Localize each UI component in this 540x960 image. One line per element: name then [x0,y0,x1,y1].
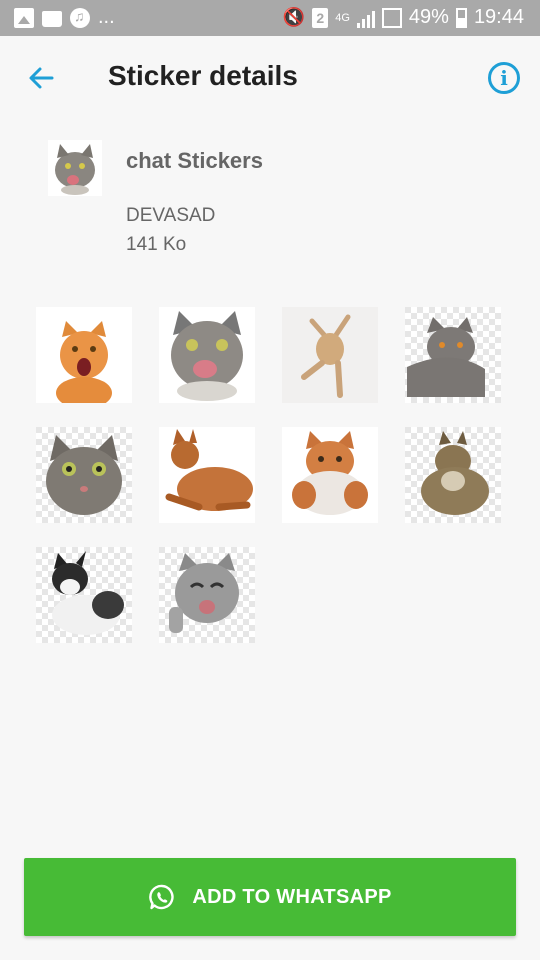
sim-badge: 2 [312,7,329,28]
more-notifications: ... [98,6,115,28]
mute-icon: 🔇 [282,7,306,27]
pack-tray-icon [48,140,102,196]
fluffy-kitten-sticker [282,427,378,523]
clock: 19:44 [473,6,524,28]
lying-ginger-cat-sticker [159,427,255,523]
info-icon: i [500,66,508,90]
no-signal-icon [381,7,402,28]
status-bar: ... 🔇 2 4G 49% 19:44 [0,0,540,36]
whatsapp-icon [149,884,174,910]
sticker-item[interactable] [159,307,255,403]
tabby-face-sticker [36,427,132,523]
jumping-cat-sticker [282,307,378,403]
back-button[interactable] [22,58,62,98]
grey-cat-licking-sticker [159,307,255,403]
sticker-item[interactable] [36,547,132,643]
sticker-item[interactable] [405,307,501,403]
sticker-item[interactable] [159,427,255,523]
grey-kitten-sticker [159,547,255,643]
maine-coon-sticker [405,427,501,523]
status-notifications: ... [14,6,115,29]
signal-icon [356,8,375,28]
add-to-whatsapp-label: ADD TO WHATSAPP [192,885,392,908]
pack-name: chat Stickers [126,148,263,173]
info-button[interactable]: i [488,62,520,94]
battery-percent: 49% [408,6,449,28]
music-icon [70,7,90,28]
page-title: Sticker details [108,60,298,91]
gallery-icon [14,7,34,28]
app-bar: Sticker details i [0,36,540,120]
black-white-cat-sticker [36,547,132,643]
folder-icon [42,11,62,27]
battery-icon [455,7,467,28]
pack-publisher: DEVASAD [126,205,216,226]
sticker-item[interactable] [405,427,501,523]
network-type: 4G [335,11,350,24]
sticker-item[interactable] [36,427,132,523]
sticker-item[interactable] [159,547,255,643]
sticker-item[interactable] [36,307,132,403]
add-to-whatsapp-button[interactable]: ADD TO WHATSAPP [24,858,516,936]
orange-cat-sticker [36,307,132,403]
british-shorthair-sticker [405,307,501,403]
arrow-left-icon [29,67,54,89]
sticker-item[interactable] [282,307,378,403]
pack-size: 141 Ko [126,234,187,255]
sticker-item[interactable] [282,427,378,523]
status-system: 🔇 2 4G 49% 19:44 [283,6,524,29]
